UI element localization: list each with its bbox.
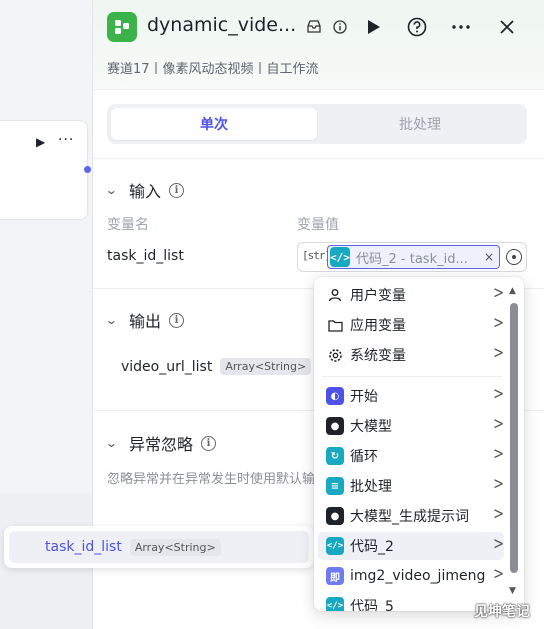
menu-item-node-llm[interactable]: ● 大模型 > (318, 412, 504, 440)
node-output-port[interactable] (84, 166, 91, 173)
chevron-right-icon: > (493, 414, 504, 435)
menu-item-label: 代码_2 (350, 539, 394, 555)
menu-item-app-variables[interactable]: 应用变量 > (318, 311, 504, 339)
gear-icon (326, 346, 344, 364)
chevron-right-icon: > (493, 534, 504, 555)
node-more-icon[interactable]: ··· (58, 132, 74, 148)
menu-item-label: 循环 (350, 449, 378, 465)
scrollbar-thumb[interactable] (510, 303, 518, 573)
output-section-title: 输出 (129, 312, 162, 331)
more-icon[interactable] (451, 20, 471, 34)
exception-section-title: 异常忽略 (129, 435, 194, 454)
watermark: 见坤笔记 (474, 604, 530, 620)
chevron-down-icon[interactable]: ⌄ (105, 436, 123, 450)
plugin-node-icon: 即 (326, 567, 344, 585)
start-node-icon: ◐ (326, 387, 344, 405)
chevron-right-icon: > (493, 474, 504, 495)
menu-item-node-llm-prompt[interactable]: ● 大模型_生成提示词 > (318, 502, 504, 530)
chevron-right-icon: > (493, 504, 504, 525)
target-icon[interactable] (506, 249, 522, 265)
input-section-title: 输入 (129, 182, 162, 201)
page-title: dynamic_vide... (147, 14, 297, 36)
menu-item-node-loop[interactable]: ↻ 循环 > (318, 442, 504, 470)
variable-reference-chip[interactable]: </> 代码_2 - task_id... × (327, 245, 500, 269)
type-tag: [str] (302, 249, 331, 262)
info-icon[interactable] (333, 20, 347, 34)
column-label-name: 变量名 (107, 217, 149, 233)
variable-name: task_id_list (45, 539, 122, 555)
chevron-right-icon: > (493, 564, 504, 585)
menu-item-node-batch[interactable]: ≡ 批处理 > (318, 472, 504, 500)
dragged-variable-chip[interactable]: task_id_list Array<String> (4, 526, 314, 568)
chevron-right-icon: > (493, 343, 504, 364)
llm-node-icon: ● (326, 417, 344, 435)
column-label-value: 变量值 (297, 217, 339, 233)
tab-single[interactable]: 单次 (111, 108, 317, 140)
workflow-app-icon (107, 12, 137, 42)
menu-item-label: 应用变量 (350, 318, 406, 334)
menu-item-user-variables[interactable]: 用户变量 > (318, 281, 504, 309)
folder-icon (326, 316, 344, 334)
menu-item-label: 大模型 (350, 419, 392, 435)
tab-batch[interactable]: 批处理 (317, 108, 523, 140)
reference-text: 代码_2 - task_id... (356, 251, 468, 267)
code-node-icon: </> (326, 537, 344, 555)
menu-item-node-code-2[interactable]: </> 代码_2 > (318, 532, 504, 560)
menu-item-node-start[interactable]: ◐ 开始 > (318, 382, 504, 410)
user-icon (326, 286, 344, 304)
chevron-right-icon: > (493, 283, 504, 304)
output-var-type: Array<String> (220, 358, 312, 375)
menu-divider (322, 376, 502, 377)
menu-item-label: 批处理 (350, 479, 392, 495)
chevron-right-icon: > (493, 444, 504, 465)
batch-node-icon: ≡ (326, 477, 344, 495)
menu-item-label: 系统变量 (350, 348, 406, 364)
panel-header: dynamic_vide... 赛道17丨像素风动态视频丨自工作流 (93, 0, 544, 90)
loop-node-icon: ↻ (326, 447, 344, 465)
menu-item-label: img2_video_jimeng (350, 568, 486, 584)
chevron-right-icon: > (493, 313, 504, 334)
menu-item-label: 开始 (350, 389, 378, 405)
code-node-icon: </> (330, 247, 350, 267)
help-icon[interactable] (407, 17, 427, 37)
exception-description: 忽略异常并在异常发生时使用默认输出替代 (107, 472, 317, 487)
workflow-node-card[interactable]: ▶ ··· (0, 120, 88, 220)
variable-picker-dropdown: 用户变量 > 应用变量 > 系统变量 > ◐ 开始 > ● 大模型 > ↻ 循环… (314, 277, 524, 611)
menu-item-node-img2video[interactable]: 即 img2_video_jimeng > (318, 562, 504, 590)
menu-item-label: 用户变量 (350, 288, 406, 304)
info-icon[interactable]: i (201, 435, 217, 451)
output-variable: video_url_list Array<String> (121, 358, 312, 375)
info-icon[interactable]: i (169, 182, 185, 198)
clear-reference-icon[interactable]: × (484, 250, 494, 264)
scroll-down-icon[interactable]: ▼ (509, 586, 516, 596)
output-section-header[interactable]: ⌄ 输出 i (105, 308, 185, 332)
run-mode-tabs: 单次 批处理 (107, 104, 527, 144)
workflow-description: 赛道17丨像素风动态视频丨自工作流 (107, 62, 319, 77)
input-param-name: task_id_list (107, 248, 184, 264)
output-var-name: video_url_list (121, 358, 213, 375)
chevron-down-icon[interactable]: ⌄ (105, 313, 123, 327)
exception-section-header[interactable]: ⌄ 异常忽略 i (105, 431, 217, 455)
menu-item-label: 大模型_生成提示词 (350, 509, 469, 525)
divider (93, 158, 544, 159)
info-icon[interactable]: i (169, 312, 185, 328)
variable-type: Array<String> (129, 538, 221, 556)
close-icon[interactable] (499, 19, 515, 35)
inbox-icon[interactable] (307, 20, 321, 33)
chevron-right-icon: > (493, 384, 504, 405)
variable-reference-field[interactable]: [str] </> 代码_2 - task_id... × (297, 242, 527, 272)
code-node-icon: </> (326, 597, 344, 611)
run-icon[interactable] (367, 19, 381, 35)
menu-item-system-variables[interactable]: 系统变量 > (318, 341, 504, 369)
llm-node-icon: ● (326, 507, 344, 525)
input-section-header[interactable]: ⌄ 输入 i (105, 178, 185, 202)
node-run-icon[interactable]: ▶ (36, 135, 45, 149)
menu-item-label: 代码_5 (350, 599, 394, 611)
chevron-down-icon[interactable]: ⌄ (105, 183, 123, 197)
scroll-up-icon[interactable]: ▲ (509, 286, 516, 296)
